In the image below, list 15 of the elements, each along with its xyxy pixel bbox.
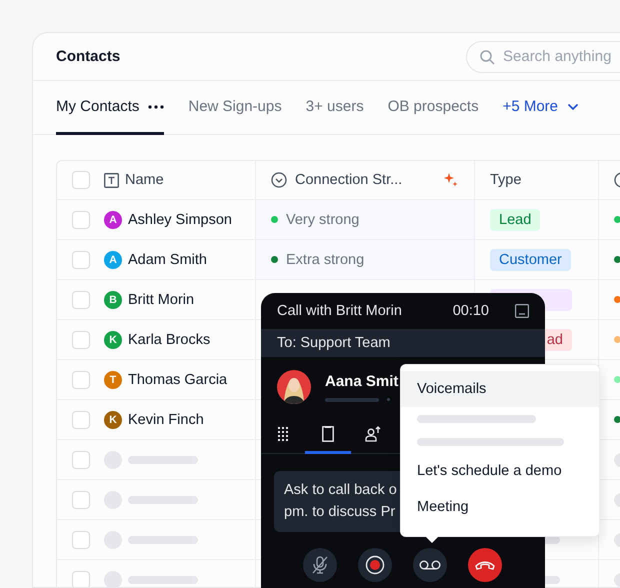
connection-strength: Very strong (286, 212, 360, 228)
avatar-initial: T (104, 370, 122, 388)
avatar-initial: K (104, 330, 122, 348)
contact-name: Aana Smit (325, 372, 398, 390)
type-tag: Customer (490, 248, 571, 270)
avatar-initial: A (104, 250, 122, 268)
avatar-initial: A (104, 210, 122, 228)
call-recipient: To: Support Team (277, 335, 390, 351)
call-title: Call with Britt Morin (277, 303, 402, 319)
call-timer: 00:10 (452, 303, 489, 319)
connection-strength: Extra strong (286, 252, 364, 268)
avatar-initial: B (104, 290, 122, 308)
avatar-initial: K (104, 410, 122, 428)
page-title: Contacts (56, 48, 120, 65)
type-tag: Lead (490, 208, 540, 230)
